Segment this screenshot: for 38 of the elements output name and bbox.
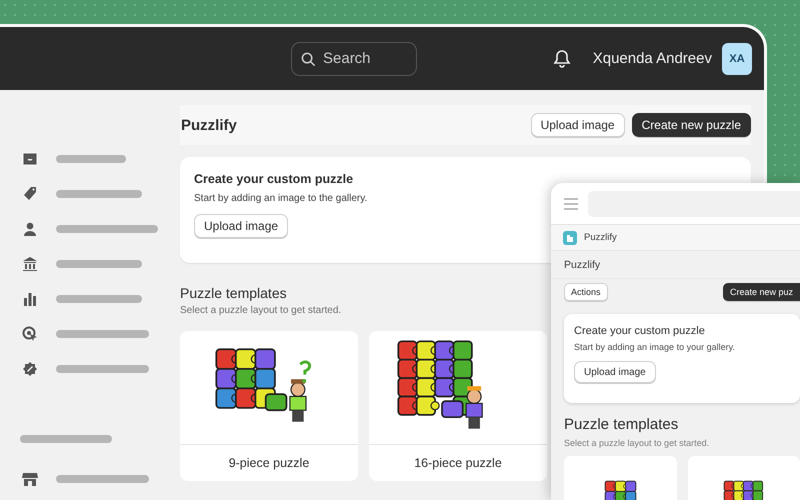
tag-icon	[22, 186, 38, 202]
search-icon	[301, 52, 316, 66]
app-icon	[563, 230, 577, 244]
template-label: 16-piece puzzle	[413, 455, 503, 472]
person-icon	[22, 221, 38, 237]
user-avatar[interactable]: XA	[722, 42, 752, 74]
template-card[interactable]: 9-piece puzzle	[180, 331, 358, 481]
bank-icon	[22, 256, 38, 272]
template-card[interactable]	[688, 456, 800, 500]
action-button[interactable]: Actions	[564, 283, 608, 301]
skeleton-bar	[56, 155, 126, 163]
notifications-bell-icon[interactable]	[552, 49, 571, 68]
discount-badge-icon	[22, 361, 38, 377]
section-title: Puzzle templates	[180, 285, 287, 301]
template-card[interactable]	[564, 456, 676, 500]
card-title: Create your custom puzzle	[574, 325, 705, 337]
card-title: Create your custom puzzle	[194, 172, 354, 186]
template-card[interactable]: 16-piece puzzle	[369, 331, 547, 481]
app-name[interactable]: Puzzlify	[584, 232, 617, 243]
upload-image-button[interactable]: Upload image	[530, 113, 625, 137]
upload-image-button[interactable]: Upload image	[574, 361, 656, 383]
card-description: Start by adding an image to the gallery.	[194, 193, 368, 204]
section-subtitle: Select a puzzle layout to get started.	[180, 305, 342, 316]
page-title: Puzzlify	[563, 258, 602, 273]
storefront-icon	[22, 471, 38, 487]
upload-image-button[interactable]: Upload image	[194, 214, 288, 238]
create-puzzle-button[interactable]: Create new puzzle	[632, 113, 751, 137]
page-title: Puzzlify	[181, 116, 237, 134]
create-puzzle-button[interactable]: Create new puz	[722, 283, 800, 301]
search-field[interactable]: Search	[291, 42, 417, 76]
card-description: Start by adding an image to your gallery.	[574, 342, 735, 352]
section-subtitle: Select a puzzle layout to get started.	[564, 438, 710, 448]
inbox-icon	[22, 151, 38, 167]
target-cursor-icon	[22, 326, 38, 342]
section-title: Puzzle templates	[564, 416, 678, 433]
bar-chart-icon	[22, 291, 38, 307]
template-label: 9-piece puzzle	[228, 455, 310, 472]
user-name[interactable]: Xquenda Andreev	[592, 50, 712, 67]
